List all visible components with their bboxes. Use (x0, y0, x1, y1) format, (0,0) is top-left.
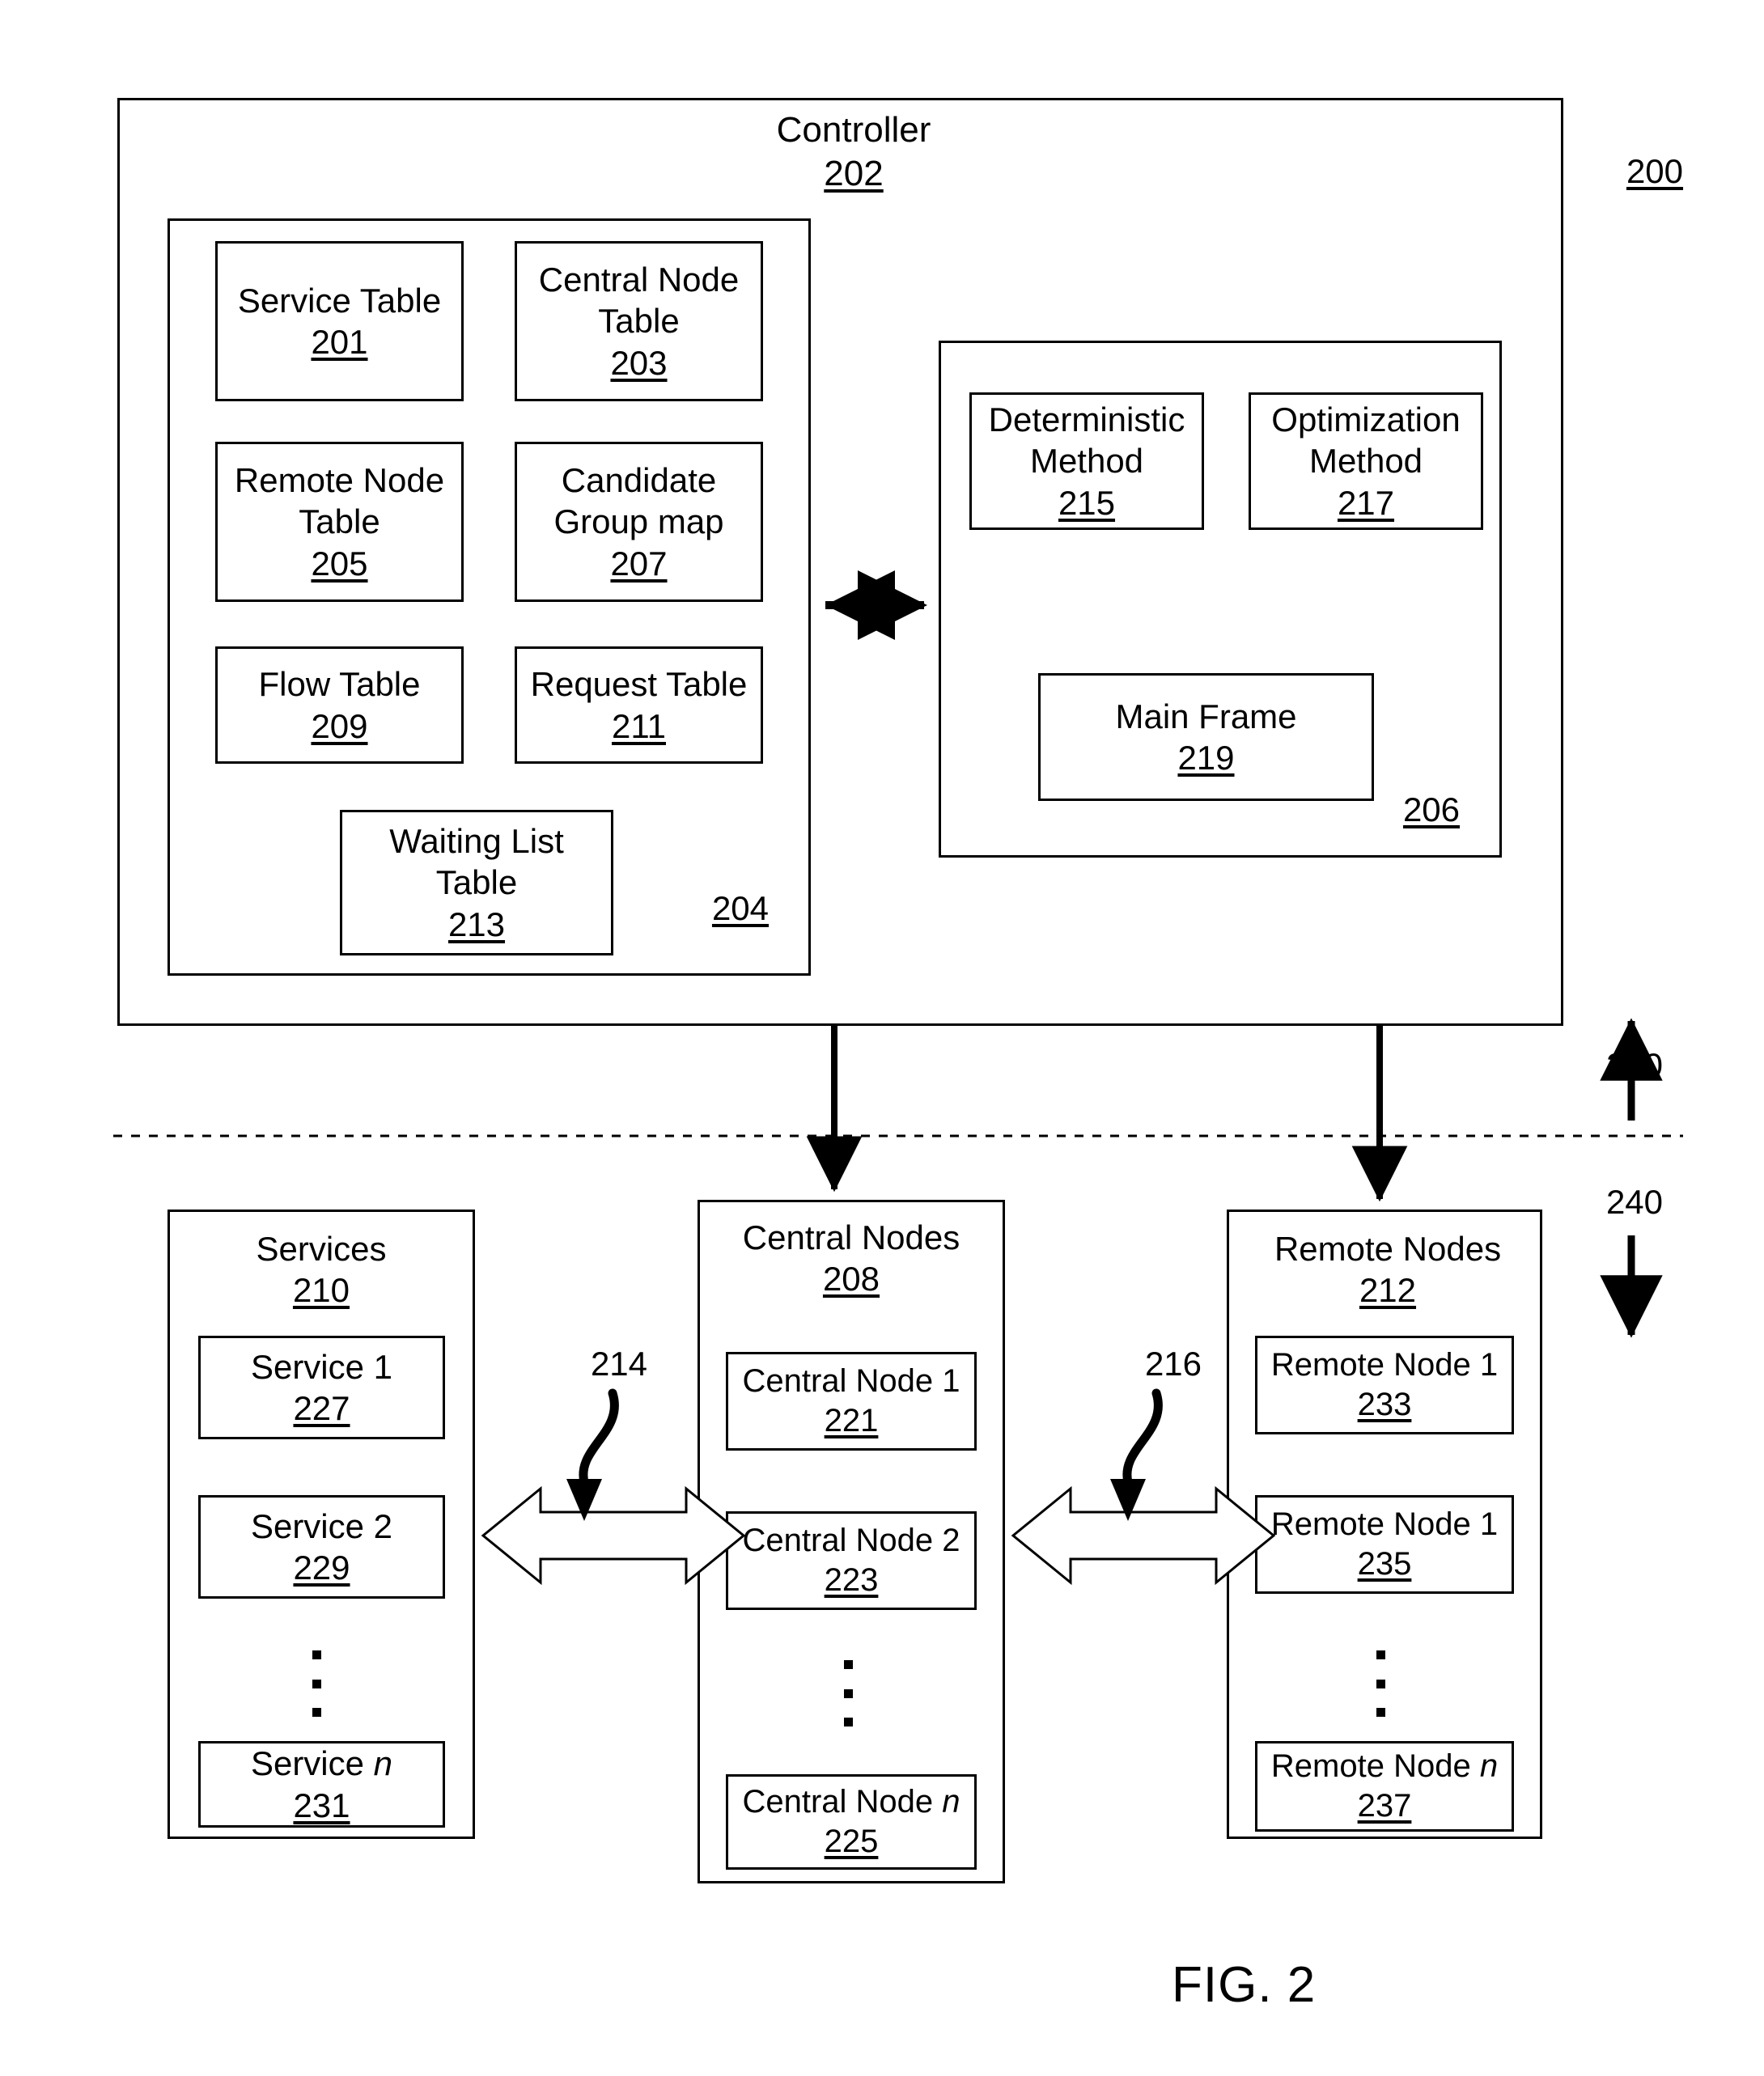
data-plane-ref-wrap: 240 (1586, 1181, 1683, 1222)
remote-node-n-ref: 237 (1357, 1788, 1412, 1824)
central-node-1-label: Central Node 1 (742, 1363, 960, 1400)
optimization-method-ref: 217 (1337, 483, 1395, 522)
central-node-table-cell: Central Node Table 203 (515, 241, 763, 401)
tables-group-ref: 204 (711, 889, 770, 927)
connector-214-label-wrap: 214 (570, 1343, 668, 1384)
remote-nodes-ref: 212 (1359, 1271, 1417, 1310)
remote-node-2-label: Remote Node 1 (1270, 1506, 1499, 1543)
control-plane-ref-wrap: 230 (1586, 1044, 1683, 1086)
service-table-cell: Service Table 201 (215, 241, 464, 401)
remote-node-n-label: Remote Node n (1270, 1748, 1499, 1785)
controller-ref: 202 (824, 153, 884, 193)
request-table-cell: Request Table 211 (515, 646, 763, 764)
waiting-list-table-cell: Waiting List Table 213 (340, 810, 613, 955)
central-node-n-cell: Central Node n 225 (726, 1774, 977, 1870)
connector-216-label-wrap: 216 (1125, 1343, 1222, 1384)
remote-nodes-ellipsis-icon (1376, 1650, 1385, 1717)
central-node-1-cell: Central Node 1 221 (726, 1352, 977, 1451)
service-2-ref: 229 (293, 1549, 350, 1587)
central-nodes-title-group: Central Nodes 208 (743, 1217, 960, 1299)
remote-nodes-title-group: Remote Nodes 212 (1274, 1228, 1501, 1311)
callout-216-curved-arrow (1110, 1388, 1163, 1521)
central-node-1-ref: 221 (824, 1403, 879, 1438)
patent-figure-2: Controller 202 200 Service Table 201 Cen… (0, 0, 1764, 2076)
remote-node-2-cell: Remote Node 1 235 (1255, 1495, 1514, 1594)
central-node-2-ref: 223 (824, 1562, 879, 1598)
services-ellipsis-icon (312, 1650, 321, 1717)
services-title-group: Services 210 (224, 1228, 418, 1311)
deterministic-method-cell: Deterministic Method 215 (969, 392, 1204, 530)
callout-214-curved-arrow (566, 1388, 619, 1521)
controller-title: Controller (776, 110, 931, 150)
central-node-table-label-line2: Table (598, 302, 680, 341)
service-1-label: Service 1 (250, 1347, 393, 1386)
main-frame-ref: 219 (1177, 739, 1235, 777)
deterministic-method-label-line1: Deterministic (988, 400, 1185, 439)
central-node-n-label: Central Node n (742, 1784, 960, 1820)
remote-node-table-label-line2: Table (299, 502, 380, 541)
waiting-list-table-label-line2: Table (435, 863, 518, 902)
service-1-cell: Service 1 227 (198, 1336, 445, 1439)
remote-node-2-ref: 235 (1357, 1546, 1412, 1582)
central-nodes-ellipsis-icon (843, 1660, 853, 1726)
service-table-label: Service Table (237, 281, 442, 320)
service-n-label: Service n (250, 1744, 393, 1783)
remote-node-table-cell: Remote Node Table 205 (215, 442, 464, 602)
flow-table-label: Flow Table (258, 665, 421, 704)
optimization-method-label-line2: Method (1308, 442, 1423, 481)
central-node-2-label: Central Node 2 (742, 1523, 960, 1559)
flow-table-ref: 209 (311, 706, 368, 745)
service-2-label: Service 2 (250, 1506, 393, 1545)
connector-216-label: 216 (1144, 1345, 1202, 1383)
system-ref: 200 (1626, 152, 1684, 190)
service-n-ref: 231 (293, 1786, 350, 1824)
central-node-table-ref: 203 (610, 343, 668, 382)
optimization-method-cell: Optimization Method 217 (1249, 392, 1483, 530)
services-ref: 210 (292, 1271, 350, 1310)
central-node-table-label-line1: Central Node (538, 261, 740, 299)
waiting-list-table-ref: 213 (447, 905, 506, 943)
service-n-cell: Service n 231 (198, 1741, 445, 1828)
candidate-group-map-label-line1: Candidate (561, 461, 717, 500)
candidate-group-map-cell: Candidate Group map 207 (515, 442, 763, 602)
data-plane-ref: 240 (1605, 1183, 1664, 1221)
candidate-group-map-ref: 207 (610, 544, 668, 583)
methods-group-ref: 206 (1402, 790, 1461, 828)
remote-node-table-label-line1: Remote Node (234, 461, 445, 500)
services-title: Services (256, 1230, 387, 1268)
flow-table-cell: Flow Table 209 (215, 646, 464, 764)
controller-title-group: Controller 202 (765, 108, 943, 195)
figure-caption: FIG. 2 (1172, 1957, 1317, 2013)
main-frame-cell: Main Frame 219 (1038, 673, 1374, 801)
remote-node-1-label: Remote Node 1 (1270, 1347, 1499, 1383)
central-node-2-cell: Central Node 2 223 (726, 1511, 977, 1610)
waiting-list-table-label-line1: Waiting List (389, 822, 564, 861)
connector-214-label: 214 (590, 1345, 648, 1383)
central-nodes-title: Central Nodes (742, 1218, 960, 1256)
remote-node-1-ref: 233 (1357, 1387, 1412, 1422)
remote-node-1-cell: Remote Node 1 233 (1255, 1336, 1514, 1434)
remote-node-n-cell: Remote Node n 237 (1255, 1741, 1514, 1832)
request-table-ref: 211 (612, 706, 666, 745)
service-1-ref: 227 (293, 1389, 350, 1427)
optimization-method-label-line1: Optimization (1271, 400, 1461, 439)
service-2-cell: Service 2 229 (198, 1495, 445, 1599)
methods-group-ref-wrap: 206 (1387, 789, 1476, 830)
control-plane-ref: 230 (1605, 1046, 1664, 1084)
deterministic-method-label-line2: Method (1029, 442, 1144, 481)
main-frame-label: Main Frame (1115, 697, 1297, 735)
tables-group-ref-wrap: 204 (696, 888, 785, 929)
candidate-group-map-label-line2: Group map (553, 502, 724, 541)
request-table-label: Request Table (530, 665, 748, 704)
deterministic-method-ref: 215 (1058, 483, 1116, 522)
central-node-n-ref: 225 (824, 1824, 879, 1859)
remote-nodes-title: Remote Nodes (1274, 1230, 1502, 1268)
system-ref-group: 200 (1606, 150, 1703, 192)
service-table-ref: 201 (311, 323, 368, 361)
remote-node-table-ref: 205 (311, 544, 368, 583)
central-nodes-ref: 208 (822, 1260, 880, 1299)
